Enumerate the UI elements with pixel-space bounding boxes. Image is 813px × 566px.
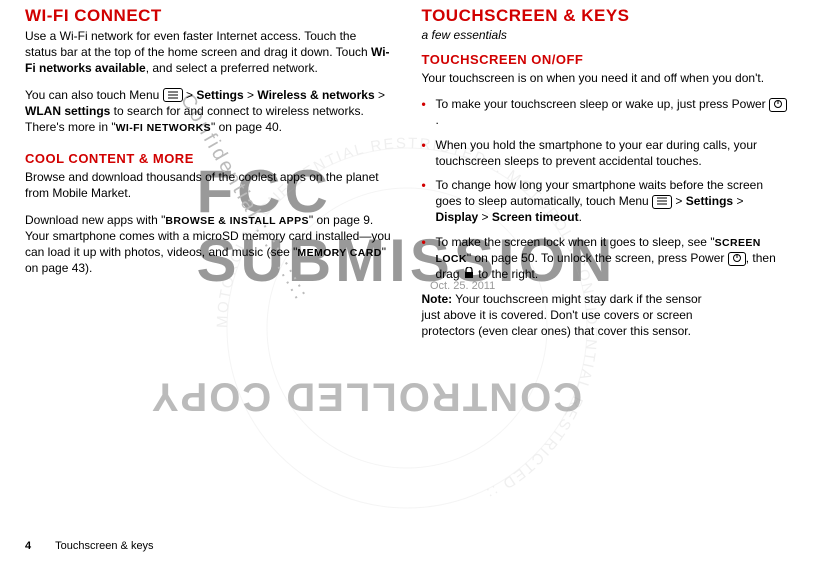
text-bold: Screen timeout — [492, 210, 579, 224]
text-small-caps: WI-FI NETWORKS — [116, 122, 211, 134]
power-icon — [728, 252, 746, 266]
text: > — [244, 88, 258, 102]
heading-cool-content: COOL CONTENT & MORE — [25, 151, 392, 166]
text: > — [733, 194, 743, 208]
menu-icon — [652, 195, 672, 209]
text-bold: WLAN settings — [25, 104, 110, 118]
text: " on page 40. — [211, 120, 282, 134]
text-small-caps: BROWSE & INSTALL APPS — [165, 215, 309, 227]
onoff-intro: Your touchscreen is on when you need it … — [422, 70, 789, 86]
text: , and select a preferred network. — [146, 61, 318, 75]
cool-para-2: Download new apps with "BROWSE & INSTALL… — [25, 212, 392, 277]
cool-para-1: Browse and download thousands of the coo… — [25, 169, 392, 201]
list-item: To make the screen lock when it goes to … — [422, 234, 789, 283]
text-bold: Settings — [196, 88, 243, 102]
bullet-list: To make your touchscreen sleep or wake u… — [422, 96, 789, 283]
wifi-para-2: You can also touch Menu > Settings > Wir… — [25, 87, 392, 136]
text: You can also touch Menu — [25, 88, 163, 102]
text-small-caps: MEMORY CARD — [297, 247, 381, 259]
page-number: 4 — [25, 540, 31, 552]
text: > — [672, 194, 686, 208]
text: To make the screen lock when it goes to … — [436, 235, 715, 249]
page-footer: 4 Touchscreen & keys — [25, 540, 154, 552]
text: . — [436, 113, 439, 127]
note-text: Your touchscreen might stay dark if the … — [422, 292, 702, 338]
text: > — [183, 88, 197, 102]
footer-section: Touchscreen & keys — [55, 540, 153, 552]
text: > — [478, 210, 492, 224]
heading-touchscreen-keys: TOUCHSCREEN & KEYS — [422, 6, 789, 26]
heading-wifi-connect: WI-FI CONNECT — [25, 6, 392, 26]
text: to the right. — [475, 267, 538, 281]
wifi-para-1: Use a Wi-Fi network for even faster Inte… — [25, 28, 392, 77]
menu-icon — [163, 88, 183, 102]
text-bold: Display — [436, 210, 479, 224]
text: > — [375, 88, 385, 102]
text: " on page 50. To unlock the screen, pres… — [467, 251, 728, 265]
list-item: To make your touchscreen sleep or wake u… — [422, 96, 789, 128]
note-paragraph: Note: Your touchscreen might stay dark i… — [422, 291, 722, 340]
right-column: TOUCHSCREEN & KEYS a few essentials TOUC… — [422, 0, 789, 520]
note-label: Note: — [422, 292, 453, 306]
list-item: To change how long your smartphone waits… — [422, 177, 789, 226]
list-item: When you hold the smartphone to your ear… — [422, 137, 789, 169]
heading-touchscreen-onoff: TOUCHSCREEN ON/OFF — [422, 52, 789, 67]
subtitle: a few essentials — [422, 28, 789, 42]
left-column: WI-FI CONNECT Use a Wi-Fi network for ev… — [25, 0, 392, 520]
text-bold: Wireless & networks — [257, 88, 374, 102]
text: To make your touchscreen sleep or wake u… — [436, 97, 770, 111]
text: Use a Wi-Fi network for even faster Inte… — [25, 29, 371, 59]
power-icon — [769, 98, 787, 112]
text-bold: Settings — [686, 194, 733, 208]
text: . — [579, 210, 582, 224]
text: Download new apps with " — [25, 213, 165, 227]
lock-icon — [463, 267, 475, 283]
